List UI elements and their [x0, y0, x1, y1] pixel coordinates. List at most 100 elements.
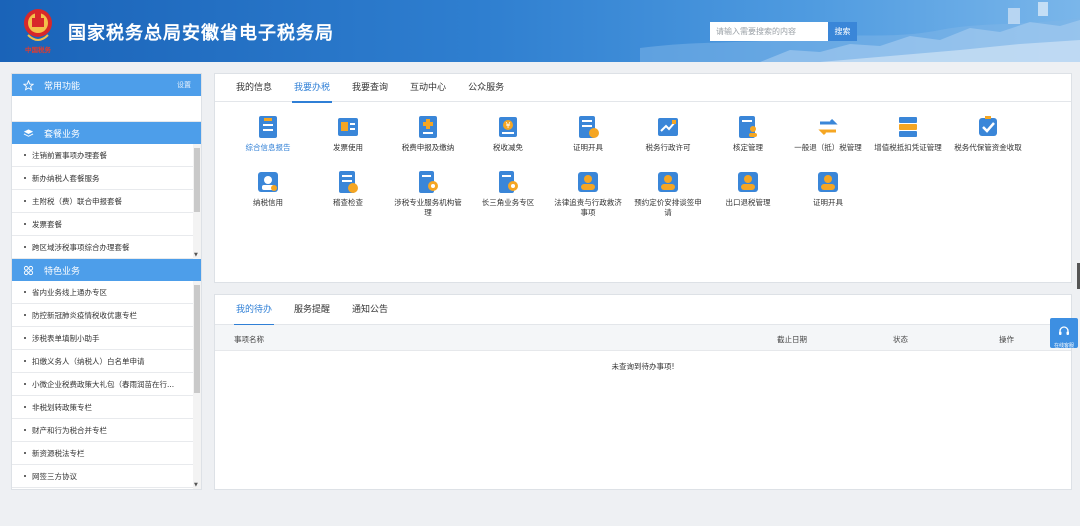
service-label: 纳税信用 [253, 198, 283, 207]
search-input[interactable] [710, 22, 828, 41]
online-service-button[interactable]: 在线客服 [1050, 318, 1078, 349]
service-tile[interactable]: 证明开具 [788, 170, 868, 208]
list-item[interactable]: 防控新冠肺炎疫情税收优惠专栏 [12, 304, 201, 327]
feature-business-list: 省内业务线上通办专区 防控新冠肺炎疫情税收优惠专栏 涉税表单填制小助手 扣缴义务… [12, 281, 201, 489]
agency-gear-icon [416, 170, 440, 194]
list-item[interactable]: 扣缴义务人（纳税人）白名单申请 [12, 350, 201, 373]
list-item[interactable]: 主附税（费）联合申报套餐 [12, 190, 201, 213]
service-tile[interactable]: 税务行政许可 [628, 115, 708, 153]
tab-interaction[interactable]: 互动中心 [410, 74, 446, 102]
common-functions-header[interactable]: 常用功能 设置 [12, 74, 201, 96]
service-label: 发票使用 [333, 143, 363, 152]
invoice-icon [336, 115, 360, 139]
service-tile[interactable]: 预约定价安排谈签申请 [628, 170, 708, 218]
list-item[interactable]: 跨区域涉税事项综合办理套餐 [12, 236, 201, 259]
service-tile[interactable]: 出口退税管理 [708, 170, 788, 208]
service-tile[interactable]: ¥ 税收减免 [468, 115, 548, 153]
tab-notice[interactable]: 通知公告 [352, 295, 388, 325]
feature-business-header[interactable]: 特色业务 [12, 259, 201, 281]
list-item-label: 小微企业税费政策大礼包（春雨润苗在行... [32, 379, 175, 389]
package-business-label: 套餐业务 [44, 129, 81, 140]
tab-service-reminder[interactable]: 服务提醒 [294, 295, 330, 325]
online-service-label: 在线客服 [1053, 343, 1074, 349]
inspection-icon [336, 170, 360, 194]
tab-tax-handling[interactable]: 我要办税 [292, 74, 333, 103]
list-item-label: 扣缴义务人（纳税人）白名单申请 [32, 356, 145, 366]
tab-query[interactable]: 我要查询 [352, 74, 388, 102]
list-item[interactable]: 非税划转政策专栏 [12, 396, 201, 419]
list-item-label: 跨区域涉税事项综合办理套餐 [32, 242, 130, 252]
great-wall-illustration [640, 2, 1080, 62]
list-item[interactable]: 发票套餐 [12, 213, 201, 236]
empty-message: 未查询到待办事项! [611, 362, 675, 371]
service-tile[interactable]: 长三角业务专区 [468, 170, 548, 208]
service-label: 税务代保管资金收取 [954, 143, 1022, 152]
service-tile[interactable]: 增值税抵扣凭证管理 [868, 115, 948, 153]
list-item[interactable]: 涉税表单填制小助手 [12, 327, 201, 350]
service-tile[interactable]: 纳税信用 [228, 170, 308, 208]
service-tile[interactable]: 稽查检查 [308, 170, 388, 208]
settings-link[interactable]: 设置 [177, 80, 191, 90]
service-tile[interactable]: 核定管理 [708, 115, 788, 153]
service-tile[interactable]: 一般退（抵）税管理 [788, 115, 868, 153]
package-list-scrollbar[interactable]: ▼ [193, 144, 201, 259]
services-panel: 我的信息 我要办税 我要查询 互动中心 公众服务 综合信息报告 发票使用 税费申… [214, 73, 1072, 283]
service-label: 综合信息报告 [245, 143, 291, 152]
service-tile[interactable]: 税费申报及缴纳 [388, 115, 468, 153]
todo-panel: 我的待办 服务提醒 通知公告 事项名称 截止日期 状态 操作 未查询到待办事项! [214, 294, 1072, 490]
list-item-label: 发票套餐 [32, 219, 62, 229]
legal-user-icon [576, 170, 600, 194]
list-item-label: 防控新冠肺炎疫情税收优惠专栏 [32, 310, 137, 320]
list-item[interactable]: 新办纳税人套餐服务 [12, 167, 201, 190]
service-label: 涉税专业服务机构管理 [394, 198, 462, 217]
tab-my-info[interactable]: 我的信息 [236, 74, 272, 102]
tab-public-service[interactable]: 公众服务 [468, 74, 504, 102]
certificate-user-icon [816, 170, 840, 194]
service-tile[interactable]: 税务代保管资金收取 [948, 115, 1028, 153]
list-item-label: 非税划转政策专栏 [32, 402, 92, 412]
site-title: 国家税务总局安徽省电子税务局 [68, 23, 334, 44]
list-item[interactable]: 小微企业税费政策大礼包（春雨润苗在行... [12, 373, 201, 396]
search-button[interactable]: 搜索 [828, 22, 857, 41]
certificate-icon [576, 115, 600, 139]
service-label: 增值税抵扣凭证管理 [874, 143, 942, 152]
service-label: 税费申报及缴纳 [401, 143, 455, 152]
list-item[interactable]: 省内业务线上通办专区 [12, 281, 201, 304]
service-tile[interactable]: 涉税专业服务机构管理 [388, 170, 468, 218]
common-functions-label: 常用功能 [44, 81, 81, 92]
common-functions-empty-area [12, 96, 201, 122]
list-item[interactable]: 财产和行为税合并专栏 [12, 419, 201, 442]
credit-user-icon [256, 170, 280, 194]
grid-icon [22, 264, 34, 276]
service-label: 长三角业务专区 [481, 198, 535, 207]
list-item-label: 财产和行为税合并专栏 [32, 425, 107, 435]
service-label: 证明开具 [573, 143, 603, 152]
tax-declare-icon [416, 115, 440, 139]
feature-business-label: 特色业务 [44, 266, 81, 277]
column-header-name: 事项名称 [234, 335, 264, 344]
left-sidebar: 常用功能 设置 套餐业务 注销前置事项办理套餐 新办纳税人套餐服务 主附税（费）… [11, 73, 202, 490]
list-item-label: 新办纳税人套餐服务 [32, 173, 100, 183]
tax-relief-icon: ¥ [496, 115, 520, 139]
package-business-header[interactable]: 套餐业务 [12, 122, 201, 144]
feature-list-scrollbar[interactable]: ▼ [193, 281, 201, 489]
service-tile[interactable]: 证明开具 [548, 115, 628, 153]
column-header-status: 状态 [893, 335, 908, 344]
voucher-stack-icon [896, 115, 920, 139]
package-business-list: 注销前置事项办理套餐 新办纳税人套餐服务 主附税（费）联合申报套餐 发票套餐 跨… [12, 144, 201, 259]
layers-icon [22, 127, 34, 139]
list-item[interactable]: 新资源税法专栏 [12, 442, 201, 465]
service-tile[interactable]: 综合信息报告 [228, 115, 308, 153]
list-item-label: 省内业务线上通办专区 [32, 287, 107, 297]
delta-region-icon [496, 170, 520, 194]
service-label: 预约定价安排谈签申请 [634, 198, 702, 217]
service-label: 税收减免 [493, 143, 523, 152]
service-tile[interactable]: 发票使用 [308, 115, 388, 153]
service-tile[interactable]: 法律追责与行政救济 事项 [548, 170, 628, 218]
list-item[interactable]: 注销前置事项办理套餐 [12, 144, 201, 167]
refund-arrows-icon [816, 115, 840, 139]
list-item[interactable]: 网签三方协议 [12, 465, 201, 488]
service-label: 证明开具 [813, 198, 843, 207]
service-label: 税务行政许可 [645, 143, 691, 152]
tab-my-todo[interactable]: 我的待办 [233, 295, 275, 326]
